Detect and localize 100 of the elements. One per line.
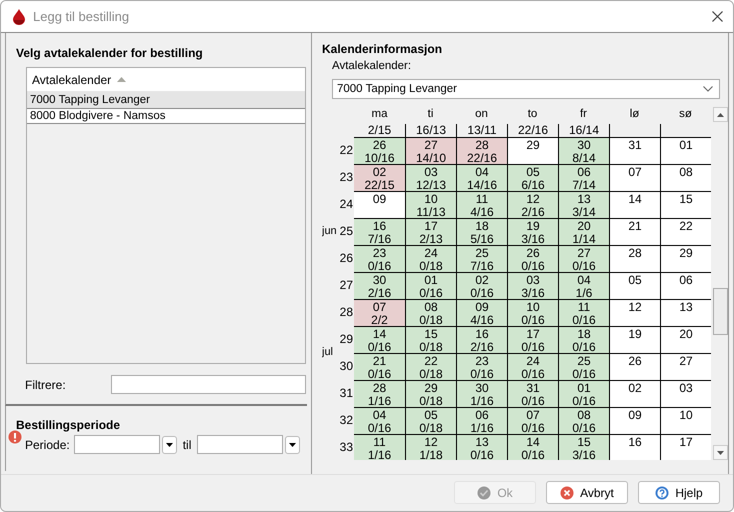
day-cell[interactable]: 27 xyxy=(660,353,711,380)
day-cell[interactable]: 31 xyxy=(609,137,660,164)
day-cell[interactable]: 10 xyxy=(660,407,711,434)
day-cell[interactable]: 2/15 xyxy=(354,124,405,137)
scrollbar-thumb[interactable] xyxy=(713,288,728,335)
day-cell[interactable]: 03 12/13 xyxy=(405,164,456,191)
day-cell[interactable]: 07 2/2 xyxy=(354,299,405,326)
day-cell[interactable]: 08 0/18 xyxy=(405,299,456,326)
day-cell[interactable]: 02 xyxy=(609,380,660,407)
close-icon[interactable] xyxy=(712,11,723,22)
day-cell[interactable]: 16 7/16 xyxy=(354,218,405,245)
day-cell[interactable]: 06 xyxy=(660,272,711,299)
day-cell[interactable]: 20 1/14 xyxy=(558,218,609,245)
dialog-button[interactable]: Avbryt xyxy=(546,481,628,504)
day-cell[interactable]: 28 xyxy=(609,245,660,272)
day-cell[interactable]: 27 14/10 xyxy=(405,137,456,164)
day-cell[interactable]: 30 8/14 xyxy=(558,137,609,164)
day-cell[interactable]: 06 7/14 xyxy=(558,164,609,191)
day-cell[interactable]: 30 2/16 xyxy=(354,272,405,299)
day-cell[interactable]: 09 xyxy=(609,407,660,434)
day-cell[interactable]: 13 0/16 xyxy=(456,434,507,460)
day-cell[interactable]: 03 xyxy=(660,380,711,407)
day-cell[interactable]: 30 1/16 xyxy=(456,380,507,407)
day-cell[interactable]: 02 22/15 xyxy=(354,164,405,191)
day-cell[interactable]: 10 11/13 xyxy=(405,191,456,218)
day-cell[interactable]: 23 0/16 xyxy=(354,245,405,272)
day-cell[interactable]: 17 0/16 xyxy=(507,326,558,353)
day-cell[interactable]: 12 2/16 xyxy=(507,191,558,218)
list-row[interactable]: 8000 Blodgivere - Namsos xyxy=(27,108,305,124)
day-cell[interactable]: 24 0/18 xyxy=(405,245,456,272)
day-cell[interactable]: 07 xyxy=(609,164,660,191)
day-cell[interactable]: 19 3/16 xyxy=(507,218,558,245)
day-cell[interactable]: 11 4/16 xyxy=(456,191,507,218)
day-cell[interactable]: 31 0/16 xyxy=(507,380,558,407)
day-cell[interactable]: 28 1/16 xyxy=(354,380,405,407)
day-cell[interactable]: 08 xyxy=(660,164,711,191)
day-cell[interactable]: 04 1/6 xyxy=(558,272,609,299)
day-cell[interactable]: 10 0/16 xyxy=(507,299,558,326)
day-cell[interactable]: 28 22/16 xyxy=(456,137,507,164)
day-cell[interactable]: 18 5/16 xyxy=(456,218,507,245)
day-cell[interactable]: 16 2/16 xyxy=(456,326,507,353)
day-cell[interactable]: 21 0/16 xyxy=(354,353,405,380)
day-cell[interactable]: 22 0/18 xyxy=(405,353,456,380)
filter-field[interactable] xyxy=(111,375,306,394)
day-cell[interactable]: 15 0/18 xyxy=(405,326,456,353)
day-cell[interactable]: 08 0/16 xyxy=(558,407,609,434)
list-row[interactable]: 7000 Tapping Levanger xyxy=(27,92,305,108)
day-cell[interactable]: 05 6/16 xyxy=(507,164,558,191)
day-cell[interactable]: 23 0/16 xyxy=(456,353,507,380)
day-cell[interactable]: 25 0/16 xyxy=(558,353,609,380)
day-cell[interactable]: 17 xyxy=(660,434,711,460)
day-cell[interactable]: 26 0/16 xyxy=(507,245,558,272)
day-cell[interactable]: 26 10/16 xyxy=(354,137,405,164)
day-cell[interactable]: 03 3/16 xyxy=(507,272,558,299)
day-cell[interactable]: 05 xyxy=(609,272,660,299)
day-cell[interactable]: 02 0/16 xyxy=(456,272,507,299)
day-cell[interactable]: 29 0/18 xyxy=(405,380,456,407)
day-cell[interactable]: 11 1/16 xyxy=(354,434,405,460)
day-cell[interactable]: 29 xyxy=(507,137,558,164)
day-cell[interactable]: 19 xyxy=(609,326,660,353)
date-field[interactable] xyxy=(197,435,284,454)
day-cell[interactable]: 14 0/16 xyxy=(354,326,405,353)
day-cell[interactable]: 01 0/16 xyxy=(405,272,456,299)
day-cell[interactable]: 29 xyxy=(660,245,711,272)
day-cell[interactable]: 09 4/16 xyxy=(456,299,507,326)
day-cell[interactable]: 05 0/18 xyxy=(405,407,456,434)
day-cell[interactable]: 27 0/16 xyxy=(558,245,609,272)
day-cell[interactable]: 09 xyxy=(354,191,405,218)
day-cell[interactable]: 25 7/16 xyxy=(456,245,507,272)
up-arrow-icon[interactable] xyxy=(717,112,724,116)
day-cell[interactable]: 14 0/16 xyxy=(507,434,558,460)
day-cell[interactable]: 21 xyxy=(609,218,660,245)
dropdown-button[interactable] xyxy=(285,436,300,454)
date-field[interactable] xyxy=(74,435,160,454)
day-cell[interactable]: 14 xyxy=(609,191,660,218)
day-cell[interactable]: 07 0/16 xyxy=(507,407,558,434)
day-cell[interactable]: 24 0/16 xyxy=(507,353,558,380)
day-cell[interactable]: 11 0/16 xyxy=(558,299,609,326)
day-cell[interactable]: 04 0/16 xyxy=(354,407,405,434)
day-cell[interactable]: 20 xyxy=(660,326,711,353)
column-header[interactable]: Avtalekalender xyxy=(27,68,305,92)
day-cell[interactable]: 16 xyxy=(609,434,660,460)
day-cell[interactable]: 13 xyxy=(660,299,711,326)
day-cell[interactable]: 12 1/18 xyxy=(405,434,456,460)
day-cell[interactable]: 01 0/16 xyxy=(558,380,609,407)
scrollbar[interactable] xyxy=(713,107,728,460)
day-cell[interactable]: 22 xyxy=(660,218,711,245)
day-cell[interactable]: 26 xyxy=(609,353,660,380)
day-cell[interactable]: 15 xyxy=(660,191,711,218)
day-cell[interactable]: 06 1/16 xyxy=(456,407,507,434)
day-cell[interactable]: 12 xyxy=(609,299,660,326)
day-cell[interactable]: 17 2/13 xyxy=(405,218,456,245)
down-arrow-icon[interactable] xyxy=(717,450,724,454)
calendar-dropdown[interactable]: 7000 Tapping Levanger xyxy=(332,79,720,99)
day-cell[interactable]: 15 3/16 xyxy=(558,434,609,460)
dropdown-button[interactable] xyxy=(162,436,177,454)
day-cell[interactable]: 04 14/16 xyxy=(456,164,507,191)
day-cell[interactable]: 01 xyxy=(660,137,711,164)
day-cell[interactable]: 18 0/16 xyxy=(558,326,609,353)
dialog-button[interactable]: Hjelp xyxy=(638,481,720,504)
